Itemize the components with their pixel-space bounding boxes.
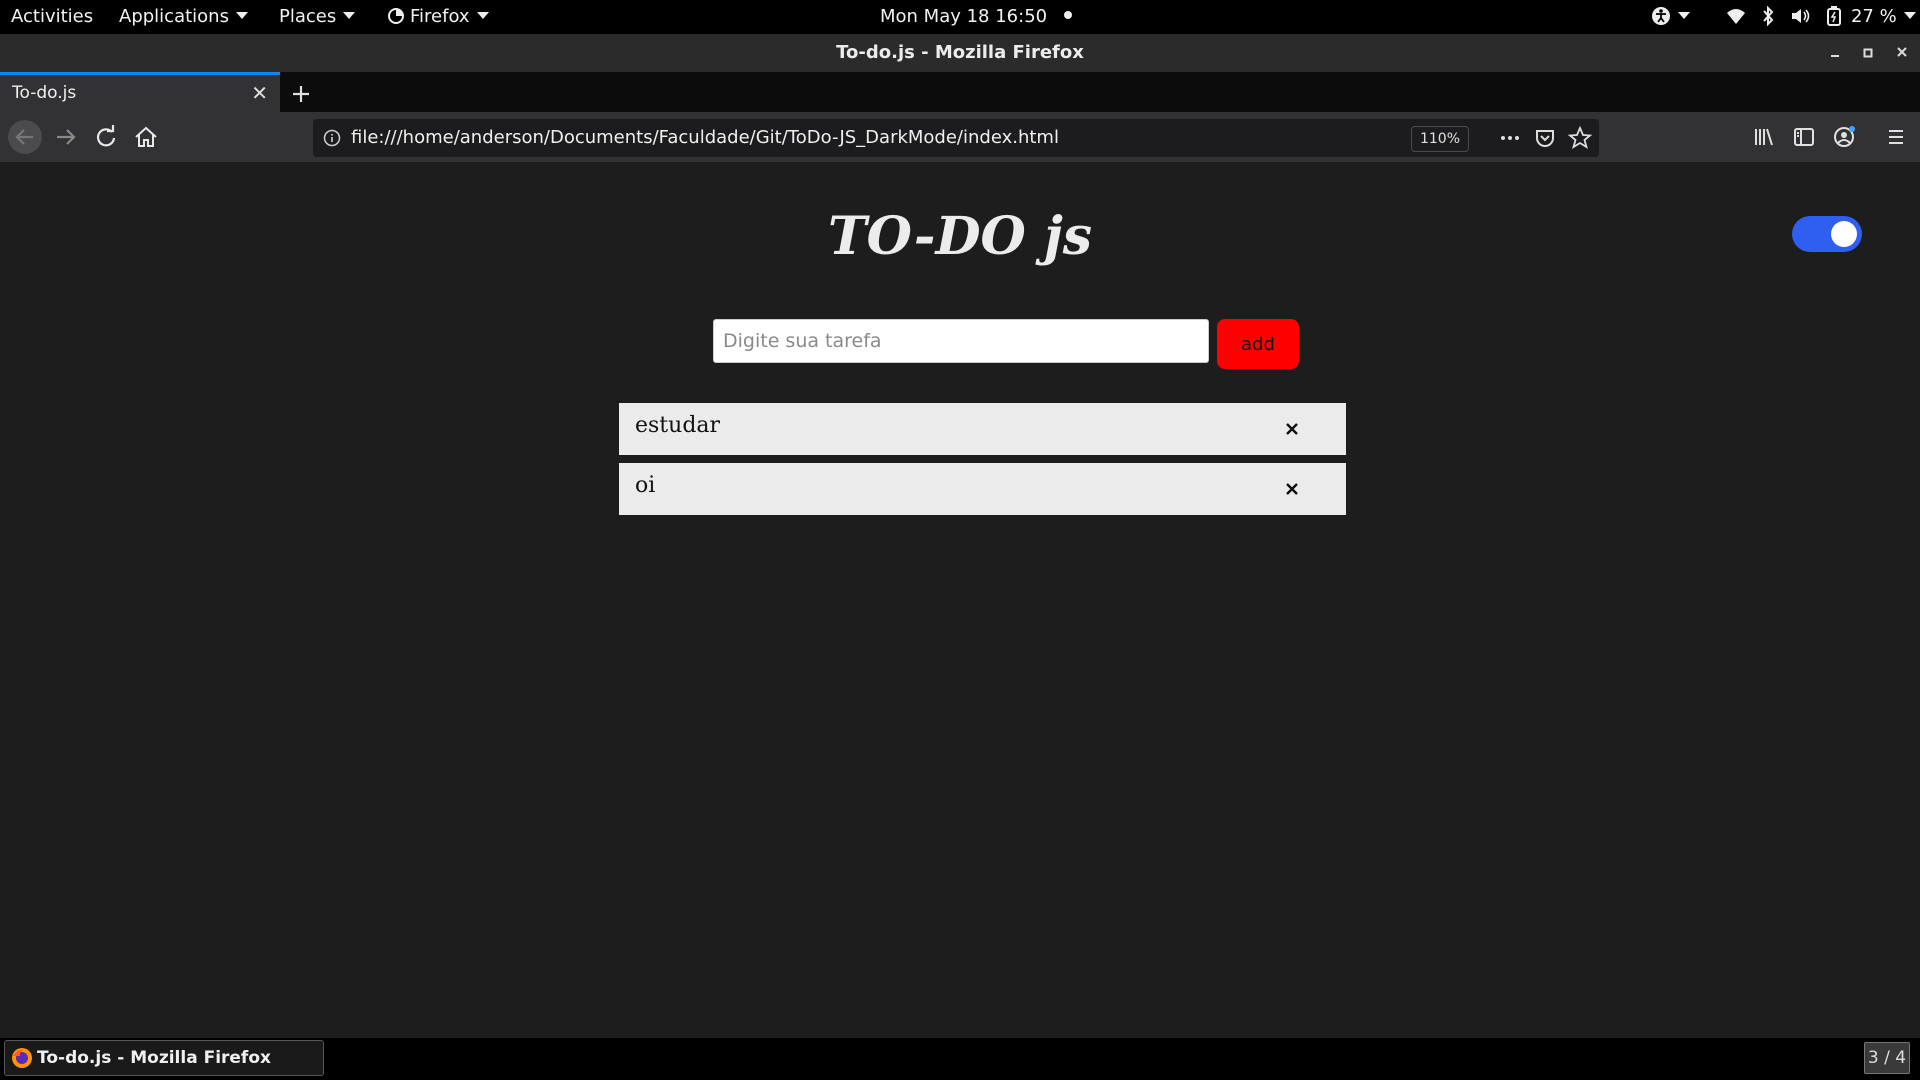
dark-mode-toggle[interactable]: [1792, 216, 1862, 252]
tab-todo[interactable]: To-do.js ✕: [0, 72, 280, 112]
more-horizontal-icon: [1501, 136, 1519, 140]
library-icon: [1755, 128, 1773, 146]
window-title: To-do.js - Mozilla Firefox: [836, 42, 1084, 63]
star-icon: [1567, 125, 1593, 149]
navigation-toolbar: file:///home/anderson/Documents/Faculdad…: [0, 112, 1920, 162]
minimize-button[interactable]: [1820, 34, 1850, 72]
app-title: TO-DO js: [827, 206, 1093, 267]
window-list-bar: To-do.js - Mozilla Firefox 3 / 4: [0, 1038, 1920, 1080]
status-area[interactable]: 27 %: [1726, 0, 1916, 34]
wifi-icon: [1727, 9, 1745, 24]
minimize-icon: [1831, 55, 1839, 57]
clock-label: Mon May 18 16:50: [880, 6, 1048, 27]
notification-dot-icon: [1064, 11, 1073, 19]
window-title-bar[interactable]: To-do.js - Mozilla Firefox: [0, 34, 1920, 72]
address-bar[interactable]: file:///home/anderson/Documents/Faculdad…: [313, 119, 1599, 157]
clock[interactable]: Mon May 18 16:50: [880, 0, 1073, 34]
page-content: TO-DO js add estudar oi: [0, 162, 1920, 1038]
firefox-icon: [388, 8, 404, 24]
tab-label: To-do.js: [12, 83, 77, 103]
firefox-app-menu[interactable]: Firefox: [388, 0, 489, 34]
battery-icon: [1827, 6, 1842, 26]
reload-icon: [96, 125, 116, 147]
task-input[interactable]: [713, 319, 1209, 363]
places-label: Places: [279, 6, 337, 27]
back-button[interactable]: [8, 120, 42, 154]
workspace-indicator[interactable]: 3 / 4: [1864, 1042, 1910, 1074]
list-item: estudar: [619, 403, 1346, 455]
volume-icon: [1792, 9, 1810, 23]
tab-strip: To-do.js ✕: [0, 72, 1920, 112]
activities-button[interactable]: Activities: [11, 0, 93, 34]
close-icon: [1897, 47, 1907, 57]
taskbar-window-item[interactable]: To-do.js - Mozilla Firefox: [4, 1040, 324, 1076]
sidebar-button[interactable]: [1788, 121, 1820, 153]
home-icon: [135, 126, 157, 147]
toggle-knob: [1831, 221, 1857, 247]
arrow-right-icon: [57, 129, 76, 145]
delete-task-button[interactable]: [1280, 477, 1304, 501]
applications-menu[interactable]: Applications: [119, 0, 248, 34]
add-button[interactable]: add: [1217, 319, 1299, 369]
accessibility-menu[interactable]: [1651, 0, 1690, 34]
arrow-left-icon: [15, 129, 33, 145]
hamburger-menu-icon: [1889, 130, 1903, 144]
bluetooth-icon: [1762, 5, 1774, 27]
firefox-app-label: Firefox: [410, 6, 470, 27]
home-button[interactable]: [130, 121, 162, 153]
url-text[interactable]: file:///home/anderson/Documents/Faculdad…: [351, 119, 1059, 157]
battery-percent: 27 %: [1850, 6, 1897, 27]
close-icon: [1286, 423, 1298, 435]
firefox-icon: [12, 1048, 32, 1068]
close-window-button[interactable]: [1887, 34, 1917, 72]
maximize-icon: [1863, 48, 1873, 58]
chevron-down-icon: [1678, 12, 1690, 19]
account-icon: [1834, 126, 1855, 147]
account-button[interactable]: [1828, 121, 1860, 153]
task-text: oi: [635, 473, 656, 498]
plus-icon: [293, 86, 309, 102]
chevron-down-icon: [343, 12, 356, 19]
forward-button[interactable]: [50, 121, 82, 153]
pocket-button[interactable]: [1530, 123, 1560, 153]
chevron-down-icon: [1903, 12, 1916, 19]
zoom-indicator[interactable]: 110%: [1411, 126, 1469, 152]
menu-button[interactable]: [1880, 121, 1912, 153]
page-actions-button[interactable]: [1495, 123, 1525, 153]
places-menu[interactable]: Places: [279, 0, 356, 34]
info-icon[interactable]: [323, 129, 341, 147]
applications-label: Applications: [119, 6, 229, 27]
task-text: estudar: [635, 413, 721, 438]
accessibility-icon: [1652, 7, 1670, 25]
pocket-icon: [1536, 130, 1554, 147]
taskbar-window-label: To-do.js - Mozilla Firefox: [37, 1048, 271, 1068]
close-icon: [1286, 483, 1298, 495]
bookmark-button[interactable]: [1565, 123, 1595, 153]
chevron-down-icon: [476, 12, 489, 19]
list-item: oi: [619, 463, 1346, 515]
delete-task-button[interactable]: [1280, 417, 1304, 441]
system-top-bar: Activities Applications Places Firefox M…: [0, 0, 1920, 34]
sidebar-icon: [1794, 128, 1814, 146]
new-tab-button[interactable]: [286, 72, 316, 112]
library-button[interactable]: [1748, 121, 1780, 153]
chevron-down-icon: [235, 12, 248, 19]
close-tab-icon[interactable]: ✕: [251, 75, 268, 112]
reload-button[interactable]: [90, 121, 122, 153]
maximize-button[interactable]: [1853, 34, 1883, 72]
